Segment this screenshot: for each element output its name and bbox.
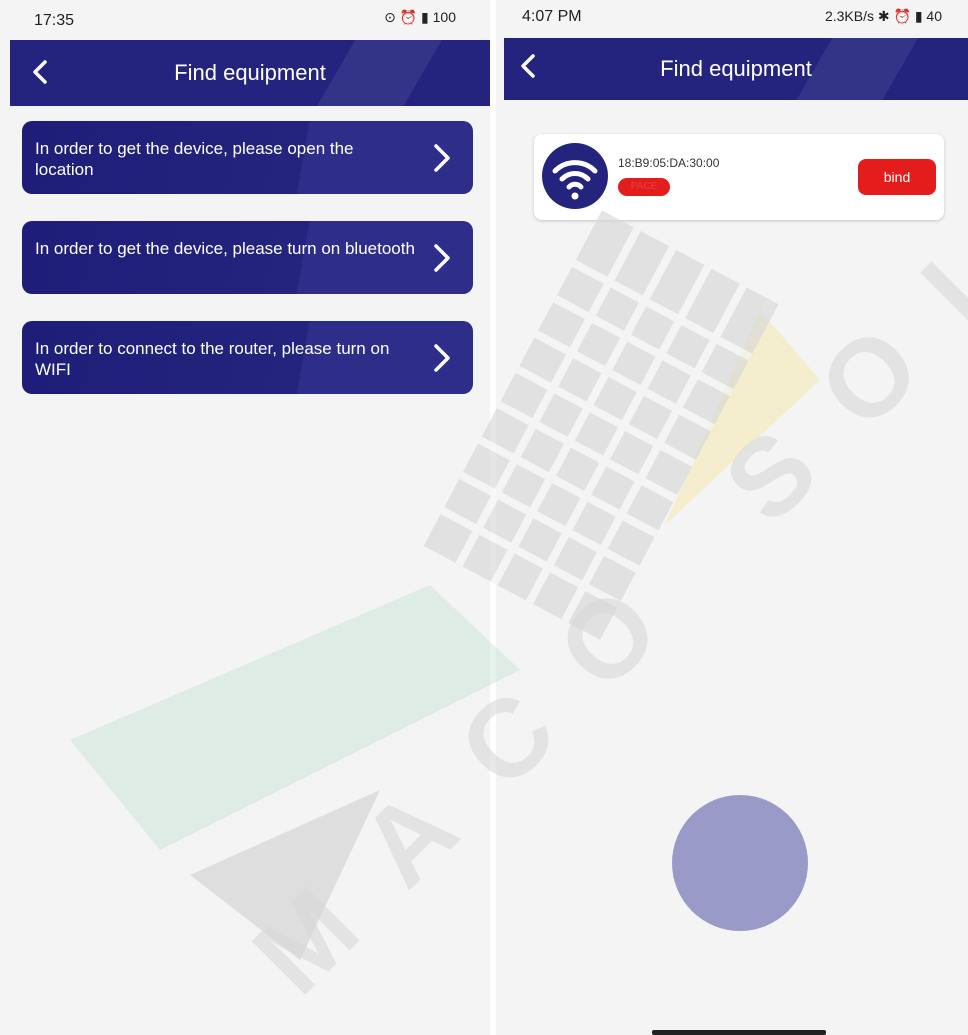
- status-icons: ⊙ ⏰ ▮ 100: [384, 9, 456, 25]
- page-title: Find equipment: [174, 60, 326, 85]
- app-header: Find equipment: [504, 38, 968, 100]
- wifi-permission-button[interactable]: In order to connect to the router, pleas…: [22, 321, 473, 394]
- chevron-right-icon: [434, 244, 450, 272]
- status-bar: 17:35 ⊙ ⏰ ▮ 100: [0, 0, 490, 40]
- app-header: Find equipment: [10, 40, 490, 106]
- device-wifi-icon: [542, 143, 608, 209]
- scan-button[interactable]: [672, 795, 808, 931]
- status-icons: 2.3KB/s ✱ ⏰ ▮ 40: [824, 8, 942, 24]
- page-title: Find equipment: [660, 56, 812, 81]
- chevron-right-icon: [434, 144, 450, 172]
- status-time: 17:35: [34, 12, 75, 29]
- status-bar: 4:07 PM 2.3KB/s ✱ ⏰ ▮ 40: [496, 0, 968, 40]
- device-list-item[interactable]: 18:B9:05:DA:30:00 PACE bind: [534, 134, 944, 220]
- chevron-right-icon: [434, 344, 450, 372]
- left-screen: 17:35 ⊙ ⏰ ▮ 100 Find equipment In order …: [0, 0, 490, 1035]
- right-screen: 4:07 PM 2.3KB/s ✱ ⏰ ▮ 40 Find equipment …: [496, 0, 968, 1035]
- device-mac-address: 18:B9:05:DA:30:00: [618, 156, 720, 170]
- button-label: In order to get the device, please turn …: [35, 239, 415, 258]
- location-permission-button[interactable]: In order to get the device, please open …: [22, 121, 473, 194]
- home-indicator: [652, 1030, 826, 1035]
- bind-button[interactable]: bind: [858, 159, 936, 195]
- bluetooth-permission-button[interactable]: In order to get the device, please turn …: [22, 221, 473, 294]
- device-brand-badge: PACE: [618, 178, 670, 196]
- status-time: 4:07 PM: [522, 8, 582, 25]
- wifi-icon: [552, 160, 598, 200]
- button-label: In order to get the device, please open …: [35, 139, 354, 179]
- button-label: In order to connect to the router, pleas…: [35, 339, 390, 379]
